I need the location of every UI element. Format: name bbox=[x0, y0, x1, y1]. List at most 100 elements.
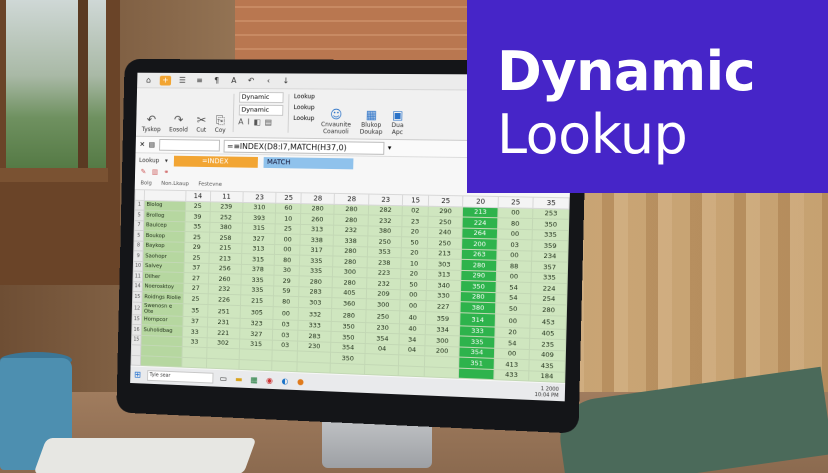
cell[interactable]: 252 bbox=[209, 211, 243, 223]
cell[interactable]: 35 bbox=[185, 221, 210, 233]
cell[interactable]: 59 bbox=[273, 285, 299, 297]
row-number[interactable]: 15 bbox=[132, 291, 143, 302]
name-box[interactable] bbox=[158, 138, 220, 152]
cell[interactable] bbox=[205, 357, 240, 370]
cell[interactable]: 00 bbox=[495, 313, 531, 328]
cell[interactable]: 20 bbox=[402, 226, 428, 238]
lookup-label[interactable]: Lookup bbox=[139, 157, 159, 164]
windows-icon[interactable]: ⊞ bbox=[134, 370, 141, 380]
plus-icon[interactable]: + bbox=[159, 75, 172, 86]
ribbon-button-eosold[interactable]: ↷ Eosold bbox=[167, 91, 190, 134]
row-number[interactable]: 12 bbox=[132, 301, 142, 315]
chevron-down-icon[interactable]: ▾ bbox=[388, 144, 392, 152]
cell[interactable]: 10 bbox=[275, 213, 301, 224]
cell[interactable] bbox=[398, 365, 425, 377]
cell[interactable]: 50 bbox=[401, 236, 428, 248]
row-number[interactable]: 16 bbox=[131, 324, 142, 335]
cell[interactable]: 433 bbox=[493, 369, 530, 382]
dynamic-dropdown-1[interactable]: Dynamic bbox=[238, 91, 284, 104]
cell[interactable]: 60 bbox=[275, 202, 301, 214]
cell[interactable] bbox=[458, 367, 495, 380]
column-header[interactable]: 14 bbox=[185, 190, 211, 202]
formula-input[interactable]: =≡INDEX(D8:I7,MATCH(H37,0) bbox=[223, 139, 385, 155]
ribbon-button-tyskop[interactable]: ↶ Tyskop bbox=[140, 91, 164, 134]
index-chip[interactable]: =INDEX bbox=[173, 155, 258, 168]
cell[interactable]: 253 bbox=[533, 207, 569, 220]
cell[interactable]: 213 bbox=[462, 206, 498, 218]
cell[interactable]: 39 bbox=[185, 211, 210, 222]
cell[interactable]: 00 bbox=[273, 306, 299, 320]
cell[interactable]: 453 bbox=[530, 314, 567, 329]
cell[interactable]: 264 bbox=[462, 227, 498, 240]
color-icon[interactable]: ▤ bbox=[265, 118, 273, 127]
task-view-icon[interactable]: ▭ bbox=[219, 373, 229, 383]
cell[interactable]: 27 bbox=[183, 282, 208, 294]
cell[interactable]: 380 bbox=[367, 225, 403, 237]
column-header[interactable]: 23 bbox=[242, 191, 277, 203]
cell[interactable]: 00 bbox=[274, 244, 300, 256]
column-header[interactable]: 28 bbox=[334, 193, 369, 205]
cell[interactable] bbox=[181, 356, 207, 369]
dynamic-dropdown-2[interactable]: Dynamic bbox=[238, 104, 284, 116]
cell[interactable]: 224 bbox=[462, 217, 498, 229]
cell[interactable]: 25 bbox=[184, 252, 209, 263]
cell[interactable]: 27 bbox=[183, 272, 209, 284]
row-number[interactable]: 10 bbox=[133, 260, 143, 272]
cell[interactable]: 280 bbox=[300, 203, 335, 215]
cell[interactable]: 310 bbox=[242, 201, 277, 214]
cell[interactable] bbox=[272, 360, 298, 372]
cell[interactable]: 20 bbox=[400, 268, 427, 280]
cell[interactable]: 280 bbox=[331, 308, 367, 323]
cell[interactable]: 184 bbox=[528, 370, 565, 383]
cell[interactable]: 239 bbox=[209, 201, 243, 213]
cell[interactable]: 35 bbox=[183, 303, 208, 317]
cell[interactable]: 80 bbox=[497, 217, 534, 230]
row-number[interactable]: 8 bbox=[133, 240, 144, 251]
column-header[interactable]: 23 bbox=[368, 194, 404, 206]
cell[interactable]: 23 bbox=[402, 215, 429, 227]
chevron-down-icon[interactable]: ▾ bbox=[165, 158, 168, 165]
cell[interactable]: 280 bbox=[334, 203, 369, 215]
down-icon[interactable]: ↓ bbox=[280, 76, 292, 86]
row-number[interactable]: 1 bbox=[134, 199, 145, 211]
lookup-item-3[interactable]: Lookup bbox=[293, 114, 314, 124]
cell[interactable]: 00 bbox=[497, 207, 534, 219]
ribbon-button-cut[interactable]: ✂ Cut bbox=[194, 92, 209, 134]
column-header[interactable]: 15 bbox=[402, 194, 429, 206]
cell[interactable]: 359 bbox=[425, 311, 461, 326]
lookup-item-1[interactable]: Lookup bbox=[294, 92, 315, 102]
cell[interactable]: 250 bbox=[427, 216, 463, 228]
cell[interactable] bbox=[364, 363, 399, 376]
cell[interactable]: 10 bbox=[401, 257, 427, 269]
cell[interactable]: 240 bbox=[427, 226, 463, 239]
column-header[interactable]: 25 bbox=[276, 192, 302, 204]
cell[interactable]: 37 bbox=[184, 262, 209, 274]
cell[interactable]: 313 bbox=[300, 223, 335, 236]
ribbon-button-blukop[interactable]: ▦ Blukop Doukap bbox=[358, 93, 386, 136]
ribbon-button-copy[interactable]: ⎘ Coy bbox=[213, 92, 229, 134]
cell[interactable] bbox=[238, 359, 273, 371]
row-number[interactable]: 5 bbox=[134, 209, 145, 221]
ribbon-button-cnvaunite[interactable]: ☺ Cnvaunite Coanuoli bbox=[319, 92, 354, 135]
folder-icon[interactable]: ▬ bbox=[234, 374, 244, 384]
row-number[interactable]: 15 bbox=[131, 334, 142, 346]
cell[interactable]: 00 bbox=[497, 228, 533, 240]
row-number[interactable]: 7 bbox=[134, 220, 144, 231]
italic-icon[interactable]: I bbox=[247, 117, 249, 126]
align-icon[interactable]: ≡ bbox=[194, 75, 206, 85]
cell[interactable]: 250 bbox=[365, 309, 401, 324]
row-number[interactable]: 14 bbox=[132, 281, 143, 292]
cell[interactable]: 314 bbox=[460, 312, 496, 327]
cell[interactable]: 393 bbox=[242, 212, 276, 224]
row-number[interactable]: 15 bbox=[131, 314, 142, 325]
cell[interactable]: 260 bbox=[300, 213, 335, 225]
chart-icon[interactable]: ▥ bbox=[152, 168, 158, 178]
cell[interactable]: 25 bbox=[275, 223, 301, 235]
cell[interactable]: 350 bbox=[532, 218, 569, 230]
column-header[interactable]: 20 bbox=[462, 195, 499, 208]
row-number[interactable]: 5 bbox=[133, 230, 144, 241]
cell[interactable]: 25 bbox=[184, 231, 210, 243]
fill-icon[interactable]: ◧ bbox=[253, 118, 260, 127]
edge-icon[interactable]: ◐ bbox=[280, 376, 290, 386]
lookup-item-2[interactable]: Lookup bbox=[294, 103, 315, 113]
